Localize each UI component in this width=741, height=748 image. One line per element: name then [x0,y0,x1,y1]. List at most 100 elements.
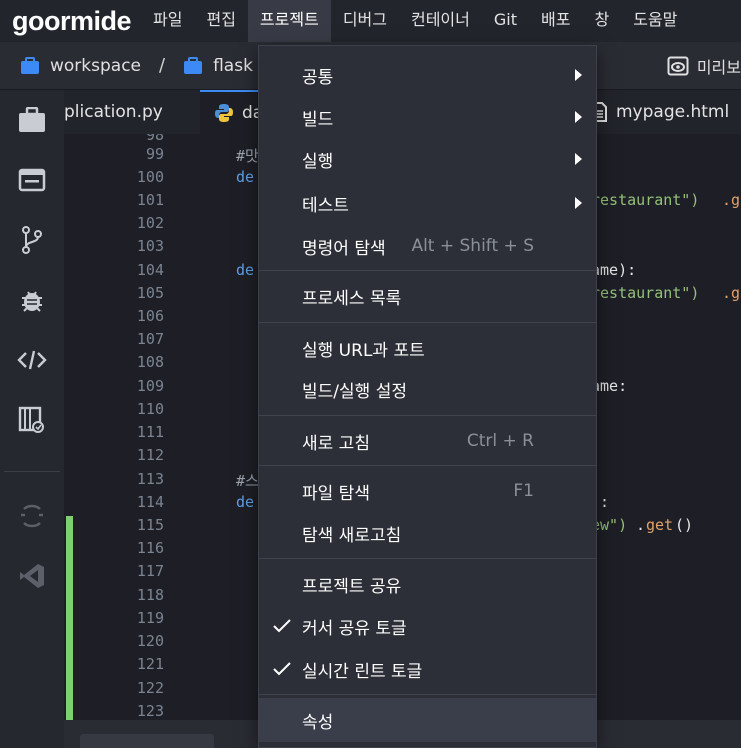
line-number: 103 [136,237,164,255]
activity-bar [0,90,64,748]
line-number: 99 [145,145,164,163]
menu-deploy[interactable]: 배포 [529,0,582,42]
line-number: 121 [136,655,164,673]
code-method: .g [722,191,741,209]
menu-item-properties[interactable]: 속성 [259,698,596,742]
menu-window[interactable]: 창 [582,0,621,42]
menu-item-label: 속성 [302,712,334,733]
menu-item-label: 프로젝트 공유 [302,576,402,597]
menu-divider [259,322,596,323]
line-number: 106 [136,307,164,325]
project-dropdown-menu: 공통 빌드 실행 테스트 명령어 탐색 Alt + Shift + S 프로세스… [258,45,597,748]
menu-divider [259,694,596,695]
tab-label: plication.py [64,102,163,122]
tab-mypage-html[interactable]: mypage.html [592,90,741,134]
line-number: 102 [136,214,164,232]
menu-item-label: 빌드 [302,109,334,130]
code-method: get [646,516,674,534]
menu-debug[interactable]: 디버그 [331,0,399,42]
git-branch-icon[interactable] [16,224,48,256]
checkmark-icon [273,619,291,633]
menu-project[interactable]: 프로젝트 [247,0,331,42]
line-number: 104 [136,261,164,279]
line-number: 117 [136,562,164,580]
menu-item-shortcut: Alt + Shift + S [411,236,534,256]
menu-item-toggle-cursor-share[interactable]: 커서 공유 토글 [259,605,596,647]
preview-label: 미리보 [696,58,741,77]
code-method: .g [722,284,741,302]
code-icon[interactable] [16,344,48,376]
code-keyword: de [236,493,255,511]
menu-edit[interactable]: 편집 [194,0,247,42]
menu-item-toggle-realtime-lint[interactable]: 실시간 린트 토글 [259,648,596,690]
line-number: 116 [136,539,164,557]
line-number: 108 [136,353,164,371]
line-number: 105 [136,284,164,302]
menu-item-label: 테스트 [302,195,349,216]
menu-item-label: 공통 [302,67,334,88]
submenu-arrow-icon [575,197,582,209]
menu-item-label: 커서 공유 토글 [302,618,407,639]
menu-item-run-url-port[interactable]: 실행 URL과 포트 [259,327,596,369]
submenu-arrow-icon [575,111,582,123]
line-number: 122 [136,679,164,697]
menu-item-command-explorer[interactable]: 명령어 탐색 Alt + Shift + S [259,225,596,267]
line-number: 118 [136,586,164,604]
menu-item-run[interactable]: 실행 [259,138,596,180]
line-number: 112 [136,446,164,464]
breadcrumb-flask[interactable]: flask [183,56,253,76]
menu-file[interactable]: 파일 [141,0,194,42]
briefcase-icon[interactable] [16,104,48,136]
tab-application-py[interactable]: plication.py [64,90,200,134]
code-comment: #맛 [236,147,259,165]
code-text: . [636,516,646,534]
bottom-tab[interactable] [80,734,214,748]
submenu-arrow-icon [575,153,582,165]
code-keyword: de [236,261,255,279]
menu-container[interactable]: 컨테이너 [399,0,482,42]
python-icon [215,104,233,122]
menu-divider [259,415,596,416]
menu-item-label: 탐색 새로고침 [302,525,402,546]
menu-item-build-run-settings[interactable]: 빌드/실행 설정 [259,368,596,410]
code-text: () [675,516,694,534]
line-number: 109 [136,377,164,395]
code-string: restaurant") [591,191,700,209]
menu-git[interactable]: Git [482,0,529,42]
breadcrumb-workspace[interactable]: workspace [20,56,141,76]
menu-item-label: 프로세스 목록 [302,288,402,309]
menu-item-label: 실시간 린트 토글 [302,661,423,682]
loading-icon[interactable] [16,500,48,532]
line-number: 113 [136,470,164,488]
menu-item-process-list[interactable]: 프로세스 목록 [259,275,596,317]
menu-divider [259,270,596,271]
line-number: 98 [145,134,164,144]
menu-item-share-project[interactable]: 프로젝트 공유 [259,563,596,605]
vscode-icon[interactable] [16,560,48,592]
package-icon[interactable] [16,404,48,436]
menu-item-label: 빌드/실행 설정 [302,381,407,402]
menu-item-refresh[interactable]: 새로 고침 Ctrl + R [259,420,596,462]
menu-divider [259,465,596,466]
preview-button[interactable]: 미리보 [667,42,741,90]
line-number: 101 [136,191,164,209]
line-number: 110 [136,400,164,418]
activity-divider [4,471,60,472]
menu-item-label: 실행 [302,151,334,172]
window-icon[interactable] [16,164,48,196]
diff-added-marker [66,516,73,720]
code-text: ame): [591,261,637,279]
menu-item-explorer-refresh[interactable]: 탐색 새로고침 [259,512,596,554]
menu-item-label: 새로 고침 [302,433,370,454]
menu-item-test[interactable]: 테스트 [259,182,596,224]
menu-item-common[interactable]: 공통 [259,54,596,96]
menu-help[interactable]: 도움말 [621,0,689,42]
bug-icon[interactable] [16,284,48,316]
line-number: 111 [136,423,164,441]
menu-item-file-explorer[interactable]: 파일 탐색 F1 [259,470,596,512]
menu-item-build[interactable]: 빌드 [259,96,596,138]
briefcase-icon [184,56,203,74]
goormide-logo[interactable]: goormide [12,6,132,37]
breadcrumb-separator: / [159,55,166,76]
menu-divider [259,558,596,559]
